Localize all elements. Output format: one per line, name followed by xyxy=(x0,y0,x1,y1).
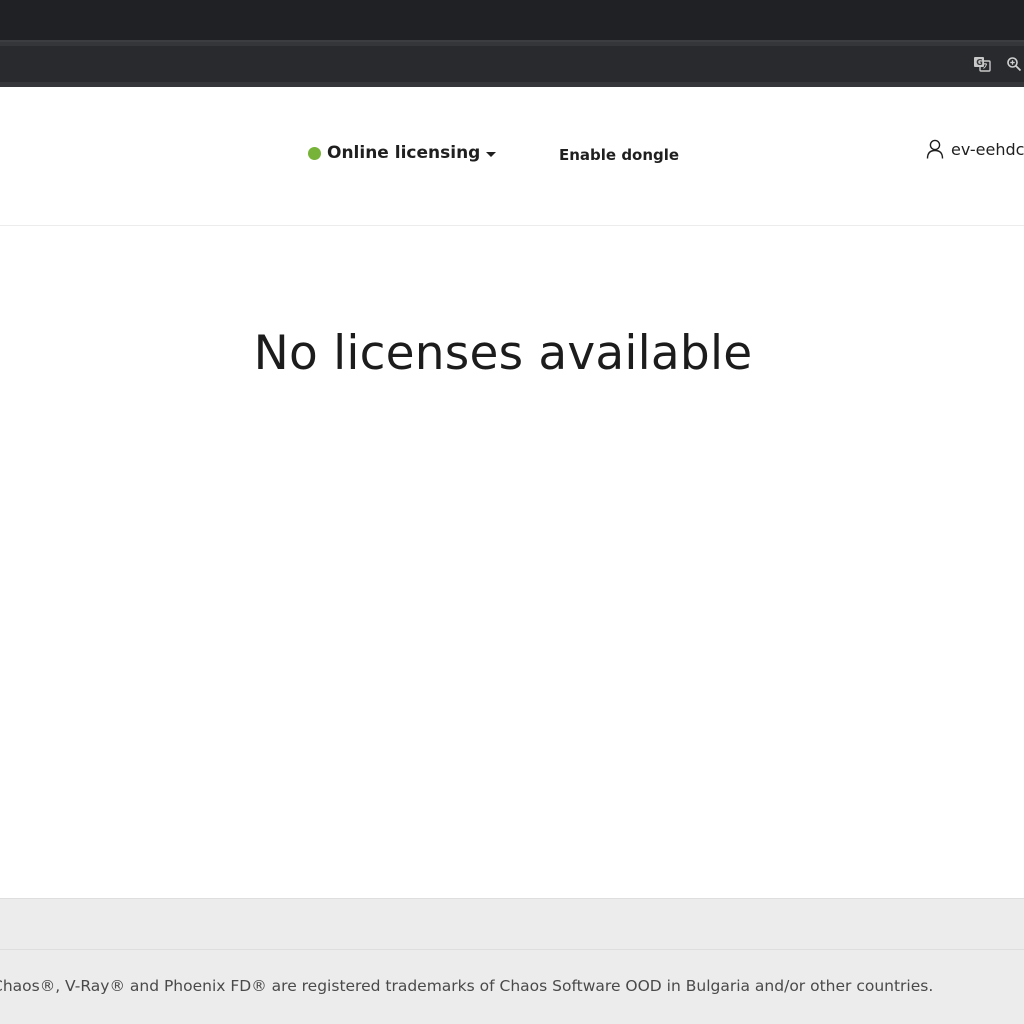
online-licensing-label: Online licensing xyxy=(327,143,481,163)
zoom-icon[interactable] xyxy=(1004,54,1024,74)
footer-divider-band xyxy=(0,898,1024,950)
empty-state-message: No licenses available xyxy=(253,326,753,381)
user-icon xyxy=(926,139,944,159)
app-header: Online licensing Enable dongle ev-eehdc xyxy=(0,87,1024,226)
trademark-notice: Chaos®, V-Ray® and Phoenix FD® are regis… xyxy=(0,977,934,995)
main-content: No licenses available xyxy=(0,226,1024,898)
footer: Chaos®, V-Ray® and Phoenix FD® are regis… xyxy=(0,950,1024,1024)
translate-icon[interactable]: G xyxy=(972,54,992,74)
browser-tab-strip xyxy=(0,0,1024,40)
user-name: ev-eehdc xyxy=(951,139,1024,159)
caret-down-icon xyxy=(486,151,497,157)
enable-dongle-link[interactable]: Enable dongle xyxy=(559,146,679,164)
status-dot-icon xyxy=(308,146,321,160)
user-menu[interactable]: ev-eehdc xyxy=(926,139,1024,159)
svg-text:G: G xyxy=(976,58,983,67)
address-field[interactable] xyxy=(0,46,1024,82)
browser-address-bar: G xyxy=(0,40,1024,87)
online-licensing-dropdown[interactable]: Online licensing xyxy=(308,143,497,163)
